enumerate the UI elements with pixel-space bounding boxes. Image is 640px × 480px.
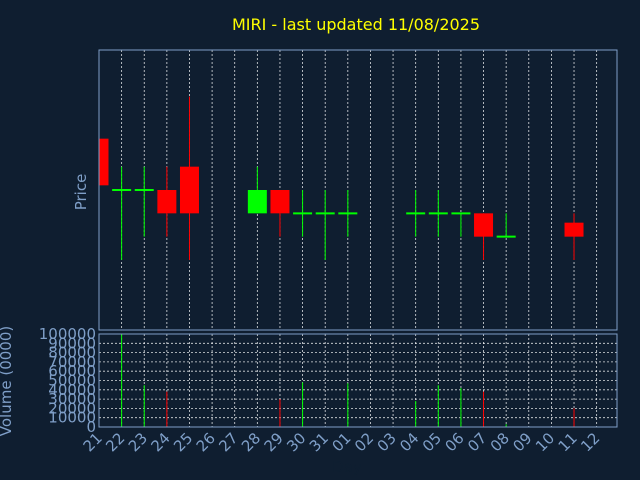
candle-body-29: [270, 190, 290, 214]
price-axis-label: Price: [72, 174, 90, 211]
price-panel: [98, 49, 618, 331]
candle-body-28: [247, 190, 267, 214]
candle-body-11: [564, 222, 584, 237]
x-tick-label: 12: [577, 429, 603, 455]
chart-canvas: MIRI - last updated 11/08/2025 Price Vol…: [0, 15, 618, 476]
candle-body-07: [474, 213, 494, 237]
candle-body-25: [179, 166, 199, 214]
volume-tick-label: 100000: [39, 325, 96, 343]
candle-body-24: [157, 190, 177, 214]
candle-body-21: [99, 138, 109, 186]
volume-panel: 0100002000030000400005000060000700008000…: [39, 325, 618, 455]
volume-axis-label: Volume (0000): [0, 326, 15, 436]
x-axis-label: Day: [332, 458, 362, 476]
price-plot-frame: [98, 49, 618, 331]
chart-title: MIRI - last updated 11/08/2025: [232, 15, 480, 34]
